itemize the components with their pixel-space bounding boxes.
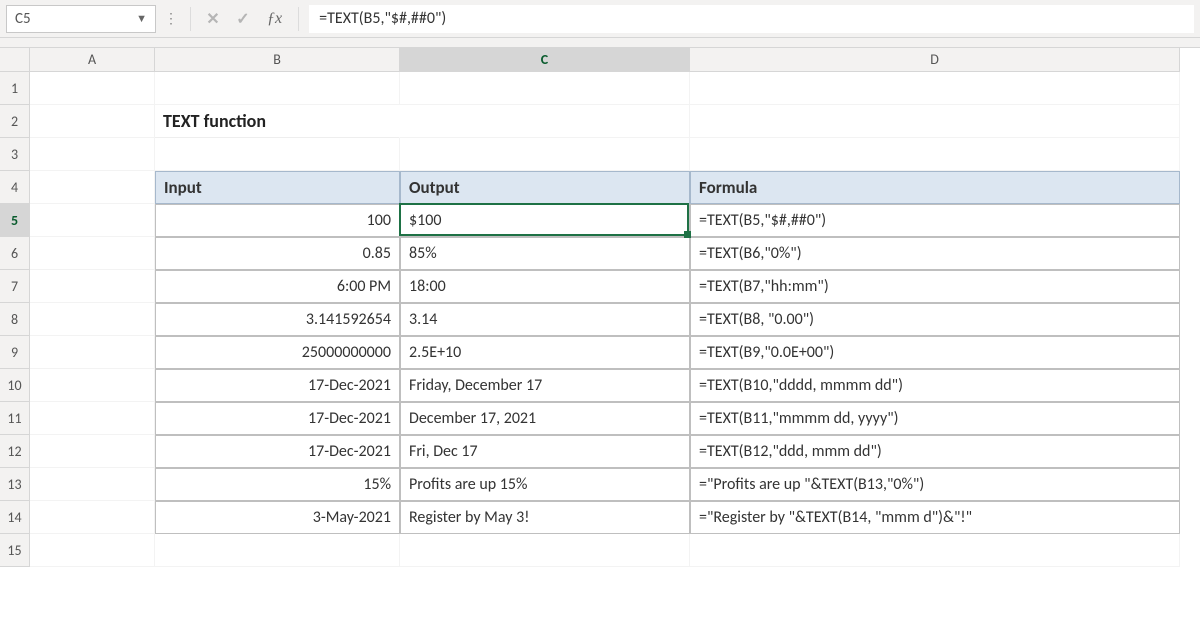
cell-C8[interactable]: 3.14: [400, 303, 690, 336]
cell-C5[interactable]: $100: [400, 204, 690, 237]
cell-C9[interactable]: 2.5E+10: [400, 336, 690, 369]
cell-C11[interactable]: December 17, 2021: [400, 402, 690, 435]
cell-C1[interactable]: [400, 72, 690, 105]
cell-A3[interactable]: [30, 138, 155, 171]
cell-C3[interactable]: [400, 138, 690, 171]
cell-D14[interactable]: ="Register by "&TEXT(B14, "mmm d")&"!": [690, 501, 1180, 534]
cell-A6[interactable]: [30, 237, 155, 270]
row-header-2[interactable]: 2: [0, 105, 30, 138]
cell-C4[interactable]: Output: [400, 171, 690, 204]
cell-A10[interactable]: [30, 369, 155, 402]
cell-D9[interactable]: =TEXT(B9,"0.0E+00"): [690, 336, 1180, 369]
row-header-12[interactable]: 12: [0, 435, 30, 468]
cell-D2[interactable]: [690, 105, 1180, 138]
row-header-6[interactable]: 6: [0, 237, 30, 270]
name-box-dropdown-icon[interactable]: ▼: [136, 12, 147, 25]
cell-A2[interactable]: [30, 105, 155, 138]
expand-icon[interactable]: ⋮: [162, 10, 180, 27]
cell-B13[interactable]: 15%: [155, 468, 400, 501]
cell-D1[interactable]: [690, 72, 1180, 105]
cell-B14[interactable]: 3-May-2021: [155, 501, 400, 534]
cell-D11[interactable]: =TEXT(B11,"mmmm dd, yyyy"): [690, 402, 1180, 435]
cell-C13[interactable]: Profits are up 15%: [400, 468, 690, 501]
cell-A12[interactable]: [30, 435, 155, 468]
cell-B11[interactable]: 17-Dec-2021: [155, 402, 400, 435]
name-box-value: C5: [15, 10, 31, 28]
spreadsheet-grid[interactable]: ABCD 12 TEXT function 34 InputOutputFormula 5…: [0, 48, 1200, 567]
row-header-3[interactable]: 3: [0, 138, 30, 171]
column-header-B[interactable]: B: [155, 48, 400, 72]
cell-C7[interactable]: 18:00: [400, 270, 690, 303]
cell-D15[interactable]: [690, 534, 1180, 567]
cell-A1[interactable]: [30, 72, 155, 105]
cell-B6[interactable]: 0.85: [155, 237, 400, 270]
header-strip: [0, 38, 1200, 48]
cell-A15[interactable]: [30, 534, 155, 567]
x-icon: ✕: [206, 9, 219, 29]
cell-B2[interactable]: TEXT function: [155, 105, 400, 138]
column-header-A[interactable]: A: [30, 48, 155, 72]
cell-A8[interactable]: [30, 303, 155, 336]
cell-D4[interactable]: Formula: [690, 171, 1180, 204]
cell-A9[interactable]: [30, 336, 155, 369]
divider: [298, 7, 299, 31]
cell-D13[interactable]: ="Profits are up "&TEXT(B13,"0%"): [690, 468, 1180, 501]
cell-D5[interactable]: =TEXT(B5,"$#,##0"): [690, 204, 1180, 237]
column-header-C[interactable]: C: [400, 48, 690, 72]
cell-D12[interactable]: =TEXT(B12,"ddd, mmm dd"): [690, 435, 1180, 468]
cell-A5[interactable]: [30, 204, 155, 237]
cell-B3[interactable]: [155, 138, 400, 171]
row-header-8[interactable]: 8: [0, 303, 30, 336]
cell-C14[interactable]: Register by May 3!: [400, 501, 690, 534]
confirm-button[interactable]: ✓: [231, 7, 255, 31]
cancel-button[interactable]: ✕: [201, 7, 225, 31]
name-box[interactable]: C5 ▼: [6, 5, 156, 33]
cell-D7[interactable]: =TEXT(B7,"hh:mm"): [690, 270, 1180, 303]
fx-button[interactable]: ƒx: [261, 10, 288, 28]
row-header-10[interactable]: 10: [0, 369, 30, 402]
cell-B1[interactable]: [155, 72, 400, 105]
cell-B9[interactable]: 25000000000: [155, 336, 400, 369]
cell-D8[interactable]: =TEXT(B8, "0.00"): [690, 303, 1180, 336]
cell-A14[interactable]: [30, 501, 155, 534]
page-title: TEXT function: [163, 110, 266, 132]
row-header-13[interactable]: 13: [0, 468, 30, 501]
cell-B15[interactable]: [155, 534, 400, 567]
divider: [190, 7, 191, 31]
cell-B8[interactable]: 3.141592654: [155, 303, 400, 336]
cell-D6[interactable]: =TEXT(B6,"0%"): [690, 237, 1180, 270]
formula-input[interactable]: =TEXT(B5,"$#,##0"): [309, 5, 1194, 33]
column-header-D[interactable]: D: [690, 48, 1180, 72]
cell-A7[interactable]: [30, 270, 155, 303]
cell-C6[interactable]: 85%: [400, 237, 690, 270]
cell-C2[interactable]: [400, 105, 690, 138]
row-header-7[interactable]: 7: [0, 270, 30, 303]
cell-A11[interactable]: [30, 402, 155, 435]
cell-B4[interactable]: Input: [155, 171, 400, 204]
row-header-15[interactable]: 15: [0, 534, 30, 567]
check-icon: ✓: [236, 9, 249, 29]
cell-A4[interactable]: [30, 171, 155, 204]
cell-B12[interactable]: 17-Dec-2021: [155, 435, 400, 468]
formula-text: =TEXT(B5,"$#,##0"): [319, 9, 446, 28]
cell-B5[interactable]: 100: [155, 204, 400, 237]
cell-D3[interactable]: [690, 138, 1180, 171]
row-header-11[interactable]: 11: [0, 402, 30, 435]
cell-C15[interactable]: [400, 534, 690, 567]
cell-B10[interactable]: 17-Dec-2021: [155, 369, 400, 402]
cell-A13[interactable]: [30, 468, 155, 501]
row-header-14[interactable]: 14: [0, 501, 30, 534]
cell-D10[interactable]: =TEXT(B10,"dddd, mmmm dd"): [690, 369, 1180, 402]
cell-B7[interactable]: 6:00 PM: [155, 270, 400, 303]
row-header-5[interactable]: 5: [0, 204, 30, 237]
select-all-corner[interactable]: [0, 48, 30, 72]
row-header-9[interactable]: 9: [0, 336, 30, 369]
row-header-4[interactable]: 4: [0, 171, 30, 204]
cell-C10[interactable]: Friday, December 17: [400, 369, 690, 402]
row-header-1[interactable]: 1: [0, 72, 30, 105]
cell-C12[interactable]: Fri, Dec 17: [400, 435, 690, 468]
formula-bar: C5 ▼ ⋮ ✕ ✓ ƒx =TEXT(B5,"$#,##0"): [0, 0, 1200, 38]
